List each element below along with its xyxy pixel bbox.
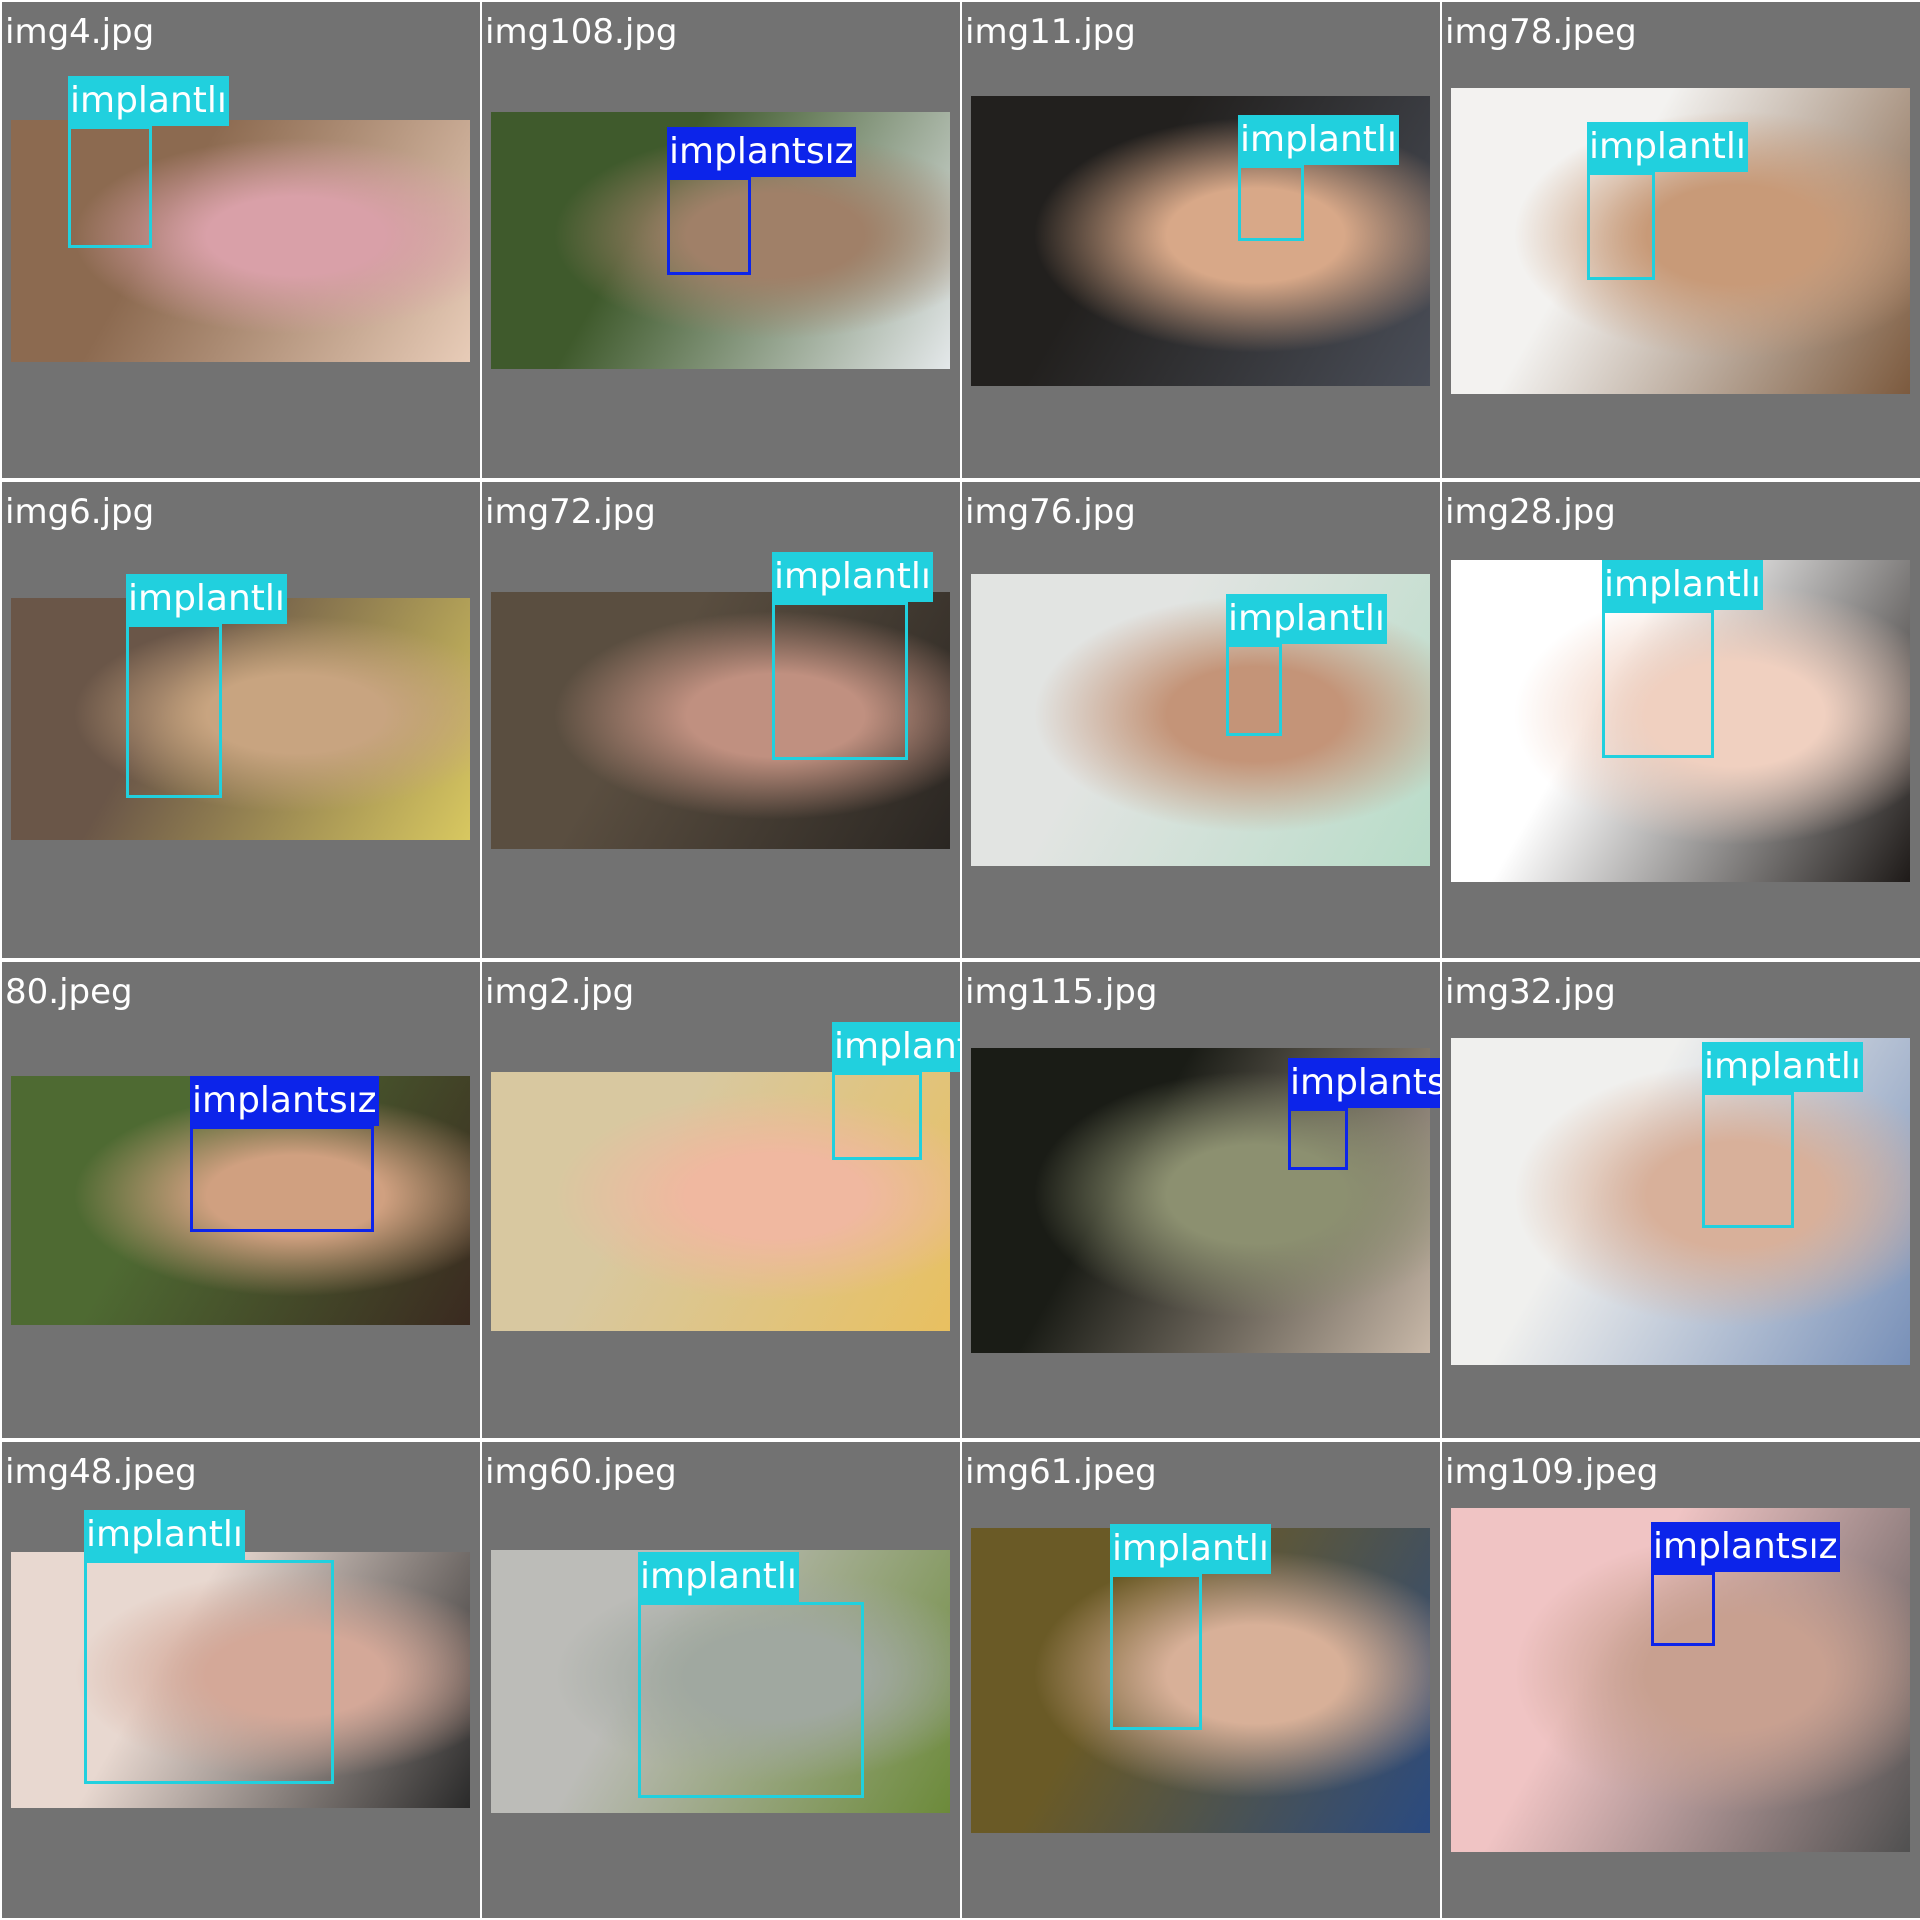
detection-results-grid: img4.jpg implantlı img108.jpg implantsız…: [0, 0, 1920, 1920]
detection-label: implantlı: [126, 574, 287, 624]
tile-16: img109.jpeg implantsız: [1442, 1442, 1920, 1918]
detection-label: implantsız: [190, 1076, 379, 1126]
tile-3: img11.jpg implantlı: [962, 2, 1440, 478]
detection-label: implantlı: [772, 552, 933, 602]
filename: img4.jpg: [5, 12, 155, 52]
detection-label: implantsız: [1288, 1058, 1440, 1108]
filename: img60.jpeg: [485, 1452, 677, 1492]
filename: img108.jpg: [485, 12, 678, 52]
detection-label: implantlı: [84, 1510, 245, 1560]
tile-8: img28.jpg implantlı: [1442, 482, 1920, 958]
filename: img11.jpg: [965, 12, 1136, 52]
tile-5: img6.jpg implantlı: [2, 482, 480, 958]
detection-box: [1110, 1574, 1202, 1730]
detection-box: [1288, 1108, 1348, 1170]
tile-9: 80.jpeg implantsız: [2, 962, 480, 1438]
tile-6: img72.jpg implantlı: [482, 482, 960, 958]
filename: img78.jpeg: [1445, 12, 1637, 52]
filename: img48.jpeg: [5, 1452, 197, 1492]
detection-box: [1226, 644, 1282, 736]
detection-label: implantlı: [1587, 122, 1748, 172]
detection-box: [190, 1126, 374, 1232]
detection-label: implantlı: [1602, 560, 1763, 610]
detection-label: implantsız: [667, 127, 856, 177]
photo: [11, 598, 470, 840]
tile-11: img115.jpg implantsız: [962, 962, 1440, 1438]
detection-box: [638, 1602, 864, 1798]
tile-4: img78.jpeg implantlı: [1442, 2, 1920, 478]
filename: img72.jpg: [485, 492, 656, 532]
tile-7: img76.jpg implantlı: [962, 482, 1440, 958]
detection-label: implantsız: [1651, 1522, 1840, 1572]
detection-box: [68, 126, 152, 248]
filename: img115.jpg: [965, 972, 1158, 1012]
detection-box: [1702, 1092, 1794, 1228]
tile-1: img4.jpg implantlı: [2, 2, 480, 478]
detection-box: [1238, 165, 1304, 241]
tile-10: img2.jpg implantlı: [482, 962, 960, 1438]
detection-box: [1651, 1572, 1715, 1646]
detection-box: [1587, 172, 1655, 280]
detection-label: implantlı: [638, 1552, 799, 1602]
detection-label: implantlı: [1238, 115, 1399, 165]
filename: img6.jpg: [5, 492, 155, 532]
tile-13: img48.jpeg implantlı: [2, 1442, 480, 1918]
filename: img109.jpeg: [1445, 1452, 1659, 1492]
filename: img61.jpeg: [965, 1452, 1157, 1492]
tile-15: img61.jpeg implantlı: [962, 1442, 1440, 1918]
tile-14: img60.jpeg implantlı: [482, 1442, 960, 1918]
detection-label: implantlı: [1702, 1042, 1863, 1092]
detection-label: implantlı: [1110, 1524, 1271, 1574]
detection-box: [1602, 610, 1714, 758]
detection-box: [667, 177, 751, 275]
detection-box: [84, 1560, 334, 1784]
tile-12: img32.jpg implantlı: [1442, 962, 1920, 1438]
detection-box: [772, 602, 908, 760]
detection-label: implantlı: [1226, 594, 1387, 644]
filename: 80.jpeg: [5, 972, 133, 1012]
filename: img32.jpg: [1445, 972, 1616, 1012]
filename: img2.jpg: [485, 972, 635, 1012]
detection-box: [832, 1072, 922, 1160]
filename: img28.jpg: [1445, 492, 1616, 532]
detection-label: implantlı: [68, 76, 229, 126]
detection-box: [126, 624, 222, 798]
tile-2: img108.jpg implantsız: [482, 2, 960, 478]
detection-label: implantlı: [832, 1022, 960, 1072]
filename: img76.jpg: [965, 492, 1136, 532]
